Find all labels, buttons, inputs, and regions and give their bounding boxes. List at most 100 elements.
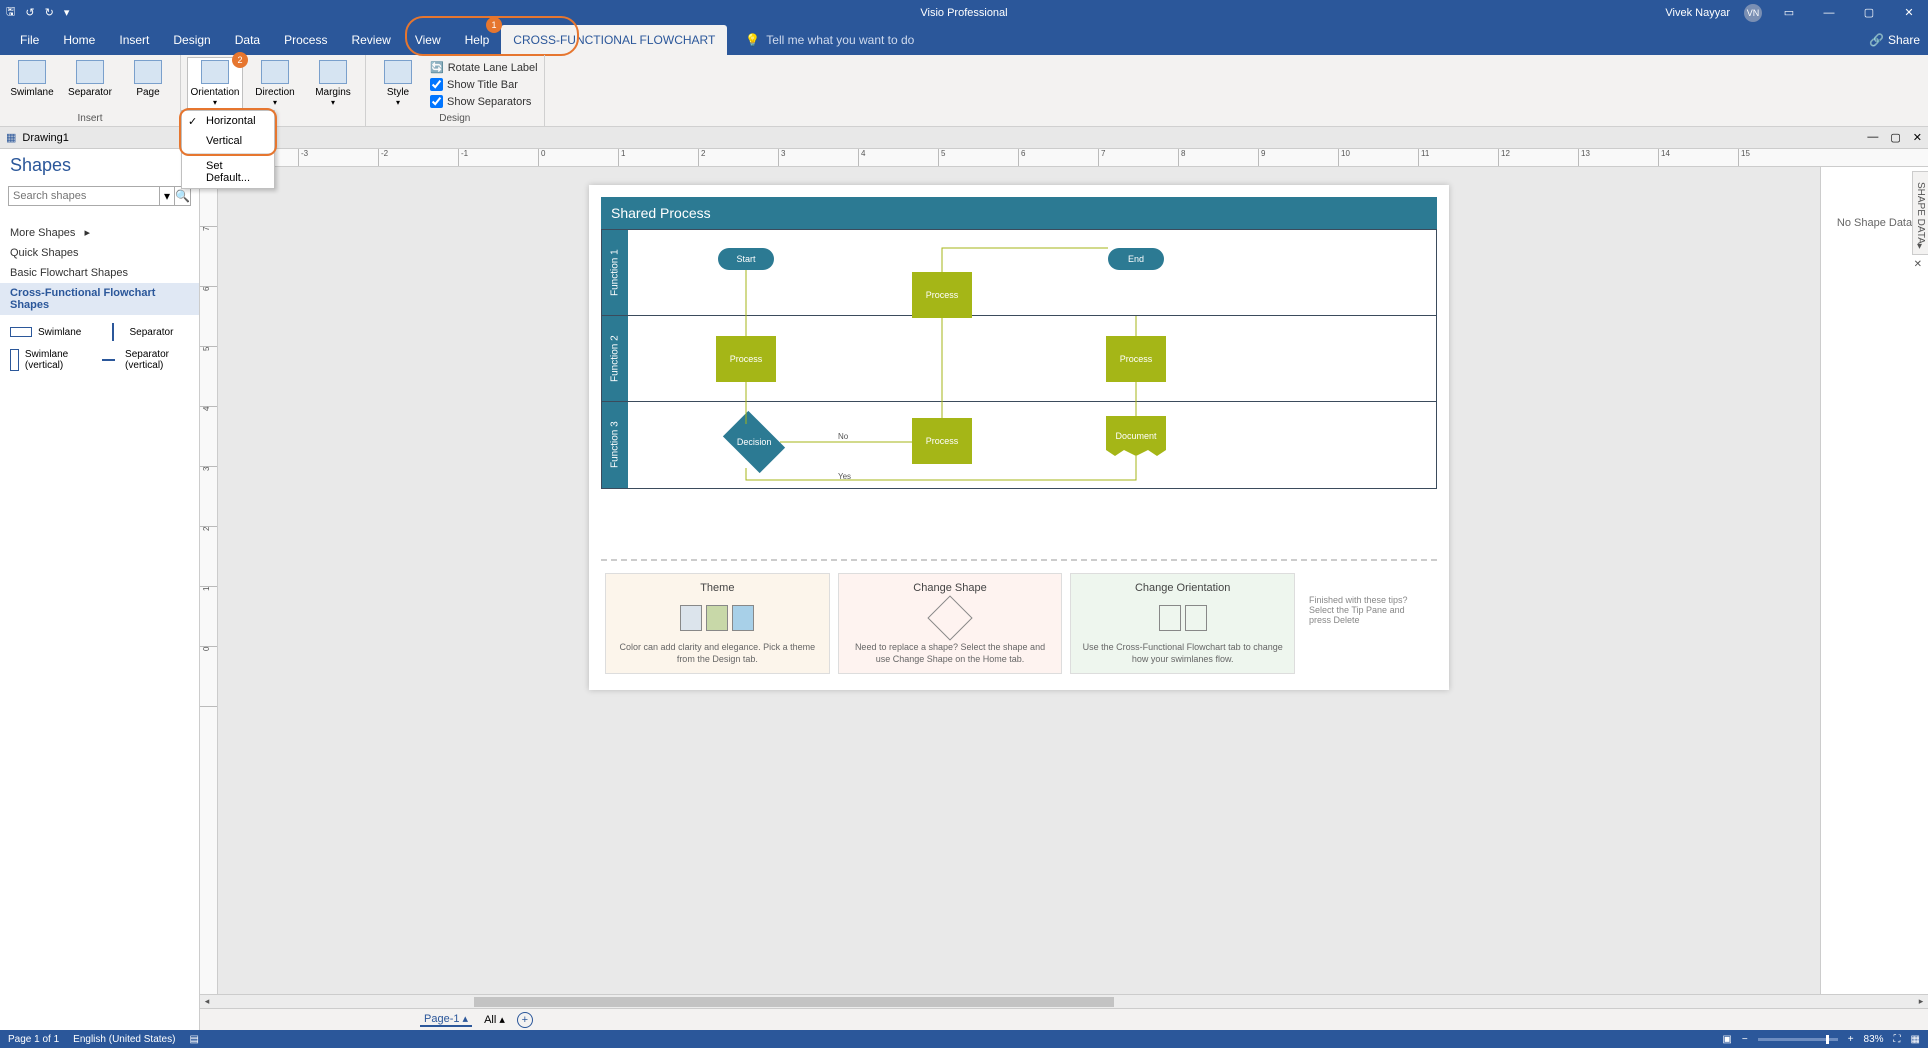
fit-window-icon[interactable]: ⛶	[1894, 1034, 1901, 1045]
shape-process-4[interactable]: Process	[912, 418, 972, 464]
shape-process-2[interactable]: Process	[716, 336, 776, 382]
zoom-slider[interactable]	[1758, 1038, 1838, 1041]
drawing-page[interactable]: Shared Process Function 1 Start Process …	[589, 185, 1449, 690]
swimlane-container: Function 1 Start Process End Function 2	[601, 229, 1437, 489]
direction-button[interactable]: Direction▾	[249, 57, 301, 111]
shapes-title: Shapes	[10, 155, 71, 176]
minimize-button[interactable]: —	[1816, 7, 1842, 19]
macro-recorder-icon[interactable]: ▤	[189, 1034, 198, 1045]
horizontal-scrollbar[interactable]: ◂ ▸	[200, 994, 1928, 1008]
visio-icon: ▦	[6, 131, 16, 144]
main-area: Shapes ‹ ▾ 🔍 More Shapes ▸ Quick Shapes …	[0, 149, 1928, 1030]
zoom-out-button[interactable]: −	[1742, 1034, 1748, 1045]
doc-minimize-button[interactable]: —	[1867, 131, 1878, 144]
flowchart-title[interactable]: Shared Process	[601, 197, 1437, 229]
shape-data-close-icon[interactable]: ✕	[1914, 259, 1922, 270]
tab-review[interactable]: Review	[339, 25, 402, 55]
more-shapes-link[interactable]: More Shapes ▸	[0, 222, 199, 243]
scroll-right-icon[interactable]: ▸	[1914, 996, 1928, 1007]
ribbon-mode-icon[interactable]: ▭	[1776, 6, 1802, 19]
scroll-thumb[interactable]	[474, 997, 1114, 1007]
shape-process-3[interactable]: Process	[1106, 336, 1166, 382]
add-page-button[interactable]: +	[517, 1012, 533, 1028]
palette-swimlane[interactable]: Swimlane	[10, 323, 98, 341]
canvas-area: -4-3-2-10123456789101112131415 876543210…	[200, 149, 1928, 1030]
app-title: Visio Professional	[920, 7, 1007, 19]
tab-cross-functional-flowchart[interactable]: CROSS-FUNCTIONAL FLOWCHART	[501, 25, 727, 55]
dropdown-set-default[interactable]: Set Default...	[182, 156, 274, 188]
show-separators-checkbox[interactable]: Show Separators	[430, 93, 538, 110]
rotate-lane-label-checkbox[interactable]: 🔄Rotate Lane Label	[430, 59, 538, 76]
palette-separator-vertical[interactable]: Separator (vertical)	[102, 349, 190, 371]
separator-button[interactable]: Separator	[64, 57, 116, 111]
ribbon-group-style: Style▾ 🔄Rotate Lane Label Show Title Bar…	[366, 55, 545, 126]
lane-header-1[interactable]: Function 1	[602, 230, 628, 315]
dropdown-vertical[interactable]: Vertical	[182, 131, 274, 151]
presentation-mode-icon[interactable]: ▣	[1722, 1034, 1731, 1045]
lane-header-2[interactable]: Function 2	[602, 316, 628, 401]
maximize-button[interactable]: ▢	[1856, 6, 1882, 19]
horizontal-ruler: -4-3-2-10123456789101112131415	[200, 149, 1928, 167]
shape-start[interactable]: Start	[718, 248, 774, 270]
page-count[interactable]: Page 1 of 1	[8, 1034, 59, 1045]
swimlane-button[interactable]: Swimlane	[6, 57, 58, 111]
close-button[interactable]: ✕	[1896, 6, 1922, 19]
orientation-button[interactable]: Orientation▾ 2	[187, 57, 243, 111]
document-name[interactable]: Drawing1	[22, 132, 68, 144]
shape-process-1[interactable]: Process	[912, 272, 972, 318]
search-button[interactable]: 🔍	[175, 186, 191, 206]
ribbon-group-arrange: Orientation▾ 2 Direction▾ Margins▾ Horiz…	[181, 55, 366, 126]
tips-pane[interactable]: Theme Color can add clarity and elegance…	[601, 561, 1437, 678]
basic-flowchart-link[interactable]: Basic Flowchart Shapes	[0, 263, 199, 283]
lane-header-3[interactable]: Function 3	[602, 402, 628, 488]
dropdown-horizontal[interactable]: Horizontal	[182, 111, 274, 131]
tab-insert[interactable]: Insert	[107, 25, 161, 55]
qat-dropdown-icon[interactable]: ▾	[64, 6, 70, 19]
undo-icon[interactable]: ↺	[25, 6, 34, 19]
page-button[interactable]: Page	[122, 57, 174, 111]
tab-file[interactable]: File	[8, 25, 51, 55]
tab-home[interactable]: Home	[51, 25, 107, 55]
search-shapes-input[interactable]	[8, 186, 160, 206]
status-bar: Page 1 of 1 English (United States) ▤ ▣ …	[0, 1030, 1928, 1048]
palette-separator[interactable]: Separator	[102, 323, 190, 341]
redo-icon[interactable]: ↻	[45, 6, 54, 19]
search-dropdown-button[interactable]: ▾	[160, 186, 175, 206]
quick-shapes-link[interactable]: Quick Shapes	[0, 243, 199, 263]
palette-swimlane-vertical[interactable]: Swimlane (vertical)	[10, 349, 98, 371]
tip-theme[interactable]: Theme Color can add clarity and elegance…	[605, 573, 830, 674]
shape-data-dropdown-icon[interactable]: ▾	[1917, 241, 1922, 252]
theme-icon	[614, 600, 821, 636]
doc-close-button[interactable]: ✕	[1913, 131, 1922, 144]
tip-change-orientation[interactable]: Change Orientation Use the Cross-Functio…	[1070, 573, 1295, 674]
shape-document[interactable]: Document	[1106, 416, 1166, 456]
page-tab-1[interactable]: Page-1 ▴	[420, 1012, 472, 1027]
save-icon[interactable]: 🖫	[6, 3, 15, 22]
margins-button[interactable]: Margins▾	[307, 57, 359, 111]
share-button[interactable]: 🔗 Share	[1869, 33, 1920, 47]
cff-shapes-link[interactable]: Cross-Functional Flowchart Shapes	[0, 283, 199, 315]
style-button[interactable]: Style▾	[372, 57, 424, 111]
user-name[interactable]: Vivek Nayyar	[1665, 7, 1730, 19]
shape-end[interactable]: End	[1108, 248, 1164, 270]
tip-change-shape[interactable]: Change Shape Need to replace a shape? Se…	[838, 573, 1063, 674]
tell-me-search[interactable]: 💡 Tell me what you want to do	[745, 33, 914, 47]
show-title-bar-checkbox[interactable]: Show Title Bar	[430, 76, 538, 93]
user-avatar[interactable]: VN	[1744, 4, 1762, 22]
zoom-level[interactable]: 83%	[1864, 1034, 1884, 1045]
page-tab-all[interactable]: All ▴	[484, 1013, 505, 1026]
tab-view[interactable]: View	[403, 25, 453, 55]
scroll-left-icon[interactable]: ◂	[200, 996, 214, 1007]
pan-zoom-icon[interactable]: ▦	[1911, 1034, 1920, 1045]
drawing-canvas[interactable]: Shared Process Function 1 Start Process …	[218, 167, 1820, 994]
tab-data[interactable]: Data	[223, 25, 272, 55]
tab-process[interactable]: Process	[272, 25, 339, 55]
ribbon: Swimlane Separator Page Insert Orientati…	[0, 55, 1928, 127]
tab-design[interactable]: Design	[161, 25, 222, 55]
shape-decision[interactable]: Decision	[723, 411, 785, 473]
zoom-in-button[interactable]: +	[1848, 1034, 1854, 1045]
doc-maximize-button[interactable]: ▢	[1890, 131, 1900, 144]
label-no: No	[838, 432, 848, 441]
title-bar: 🖫 ↺ ↻ ▾ Visio Professional Vivek Nayyar …	[0, 0, 1928, 25]
language-status[interactable]: English (United States)	[73, 1034, 175, 1045]
